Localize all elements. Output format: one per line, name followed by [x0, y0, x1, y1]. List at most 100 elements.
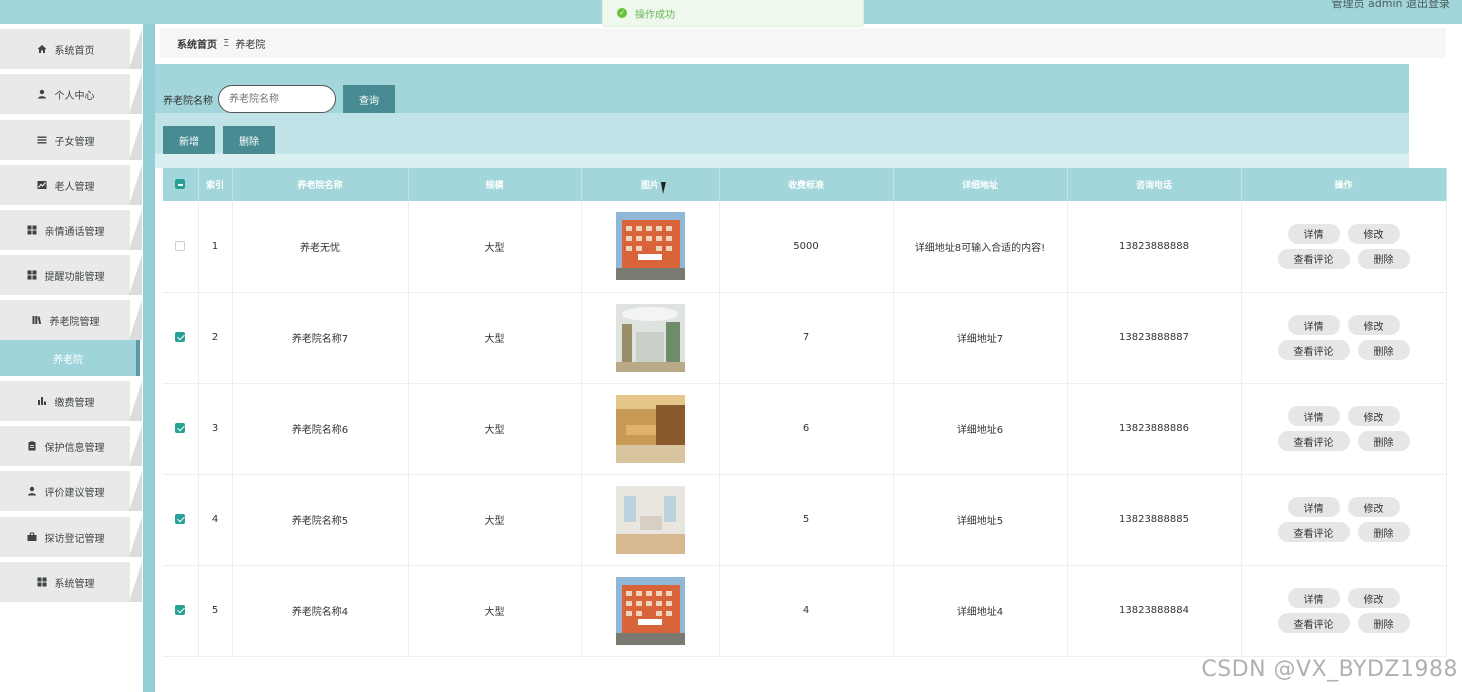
sidebar-item-label: 缴费管理	[54, 397, 95, 409]
breadcrumb-home[interactable]: 系统首页	[177, 36, 217, 51]
edit-button[interactable]: 修改	[1347, 406, 1400, 426]
batch-delete-button[interactable]: 删除	[223, 126, 275, 154]
sidebar-item-system[interactable]: 系统管理	[0, 562, 143, 602]
sidebar-subitem-nursing-home[interactable]: 养老院	[0, 340, 140, 376]
sidebar-item-home[interactable]: 系统首页	[0, 29, 143, 69]
grid-icon	[27, 225, 37, 235]
sidebar-item-label: 系统管理	[54, 578, 95, 590]
grid-icon	[27, 270, 37, 280]
row-actions: 详情 修改查看评论 删除	[1241, 474, 1447, 566]
edit-button[interactable]: 修改	[1347, 315, 1400, 335]
sidebar-item-feedback[interactable]: 评价建议管理	[0, 471, 143, 511]
row-address: 详细地址4	[893, 565, 1068, 657]
detail-button[interactable]: 详情	[1287, 223, 1340, 244]
nursing-home-photo[interactable]	[615, 212, 685, 281]
row-fee: 6	[719, 383, 894, 475]
row-name: 养老无忧	[232, 201, 409, 293]
row-actions: 详情 修改查看评论 删除	[1241, 292, 1447, 384]
add-button[interactable]: 新增	[163, 126, 215, 154]
row-image	[581, 383, 720, 475]
row-actions: 详情 修改查看评论 删除	[1241, 201, 1447, 293]
row-select-cell[interactable]	[163, 201, 199, 293]
sidebar-item-label: 探访登记管理	[44, 533, 105, 545]
sidebar-item-label: 系统首页	[54, 45, 95, 57]
sidebar-item-family-call[interactable]: 亲情通话管理	[0, 210, 143, 250]
table-row: 1 养老无忧 大型 5000 详细地址8可输入合适的内容! 13823888888 详情 修改…	[163, 201, 1447, 293]
row-checkbox[interactable]	[175, 332, 186, 342]
row-checkbox[interactable]	[175, 605, 186, 615]
header-scale: 规模	[408, 168, 582, 201]
user-info[interactable]: 管理员 admin 退出登录	[1332, 0, 1450, 11]
sidebar-item-nursing-home-mgmt[interactable]: 养老院管理	[0, 300, 143, 340]
delete-button[interactable]: 删除	[1357, 522, 1410, 542]
sidebar-item-elderly[interactable]: 老人管理	[0, 165, 143, 205]
success-toast: ✓ 操作成功	[602, 0, 864, 27]
sidebar-item-label: 养老院管理	[49, 316, 100, 328]
edit-button[interactable]: 修改	[1347, 588, 1400, 608]
row-name: 养老院名称6	[232, 383, 409, 475]
row-checkbox[interactable]	[175, 240, 186, 251]
sidebar-subitem-label: 养老院	[53, 354, 83, 366]
view-comments-button[interactable]: 查看评论	[1277, 431, 1350, 451]
row-name: 养老院名称5	[232, 474, 409, 566]
header-index: 索引	[198, 168, 233, 201]
header-select-all[interactable]	[163, 168, 199, 201]
view-comments-button[interactable]: 查看评论	[1277, 522, 1350, 542]
row-address: 详细地址8可输入合适的内容!	[893, 201, 1068, 293]
edit-button[interactable]: 修改	[1347, 223, 1400, 244]
user-icon	[27, 486, 37, 496]
sidebar-item-label: 老人管理	[54, 181, 95, 193]
detail-button[interactable]: 详情	[1287, 497, 1340, 517]
nursing-home-photo[interactable]	[615, 303, 685, 372]
edit-button[interactable]: 修改	[1347, 497, 1400, 517]
row-select-cell[interactable]	[163, 383, 199, 475]
clipboard-icon	[27, 441, 37, 451]
row-scale: 大型	[408, 201, 582, 293]
delete-button[interactable]: 删除	[1357, 613, 1410, 633]
sidebar-item-visit[interactable]: 探访登记管理	[0, 517, 143, 557]
sidebar-item-payment[interactable]: 缴费管理	[0, 381, 143, 421]
header-fee: 收费标准	[719, 168, 894, 201]
sidebar-item-label: 评价建议管理	[44, 487, 105, 499]
query-button[interactable]: 查询	[343, 85, 395, 113]
row-actions: 详情 修改查看评论 删除	[1241, 565, 1447, 657]
sidebar-item-profile[interactable]: 个人中心	[0, 74, 143, 114]
row-select-cell[interactable]	[163, 292, 199, 384]
row-image	[581, 201, 720, 293]
sidebar-item-protection[interactable]: 保护信息管理	[0, 426, 143, 466]
row-select-cell[interactable]	[163, 565, 199, 657]
select-all-checkbox[interactable]	[175, 179, 186, 190]
row-checkbox[interactable]	[175, 514, 186, 524]
row-scale: 大型	[408, 565, 582, 657]
detail-button[interactable]: 详情	[1287, 315, 1340, 335]
delete-button[interactable]: 删除	[1357, 340, 1410, 360]
row-address: 详细地址7	[893, 292, 1068, 384]
nursing-home-photo[interactable]	[615, 576, 685, 645]
search-input[interactable]	[218, 85, 336, 113]
sidebar-item-children[interactable]: 子女管理	[0, 120, 143, 160]
delete-button[interactable]: 删除	[1357, 248, 1410, 269]
nursing-home-photo[interactable]	[615, 485, 685, 554]
row-index: 1	[198, 201, 233, 293]
header-address: 详细地址	[893, 168, 1068, 201]
header-actions: 操作	[1241, 168, 1447, 201]
sidebar-item-reminder[interactable]: 提醒功能管理	[0, 255, 143, 295]
header-image: 图片	[581, 168, 720, 201]
row-address: 详细地址5	[893, 474, 1068, 566]
detail-button[interactable]: 详情	[1287, 406, 1340, 426]
row-image	[581, 292, 720, 384]
delete-button[interactable]: 删除	[1357, 431, 1410, 451]
sidebar-divider	[143, 24, 155, 692]
sidebar-item-label: 保护信息管理	[44, 442, 105, 454]
row-select-cell[interactable]	[163, 474, 199, 566]
view-comments-button[interactable]: 查看评论	[1277, 613, 1350, 633]
row-index: 3	[198, 383, 233, 475]
view-comments-button[interactable]: 查看评论	[1277, 248, 1350, 269]
nursing-home-photo[interactable]	[615, 394, 685, 463]
view-comments-button[interactable]: 查看评论	[1277, 340, 1350, 360]
table-row: 4 养老院名称5 大型 5 详细地址5 13823888885 详情 修改 查看评论 删除	[163, 474, 1447, 566]
detail-button[interactable]: 详情	[1287, 588, 1340, 608]
nursing-home-table: 索引 养老院名称 规模 图片 收费标准 详细地址 咨询电话 操作 1 养老无忧 大型…	[163, 168, 1447, 692]
row-fee: 5	[719, 474, 894, 566]
row-checkbox[interactable]	[175, 423, 186, 433]
